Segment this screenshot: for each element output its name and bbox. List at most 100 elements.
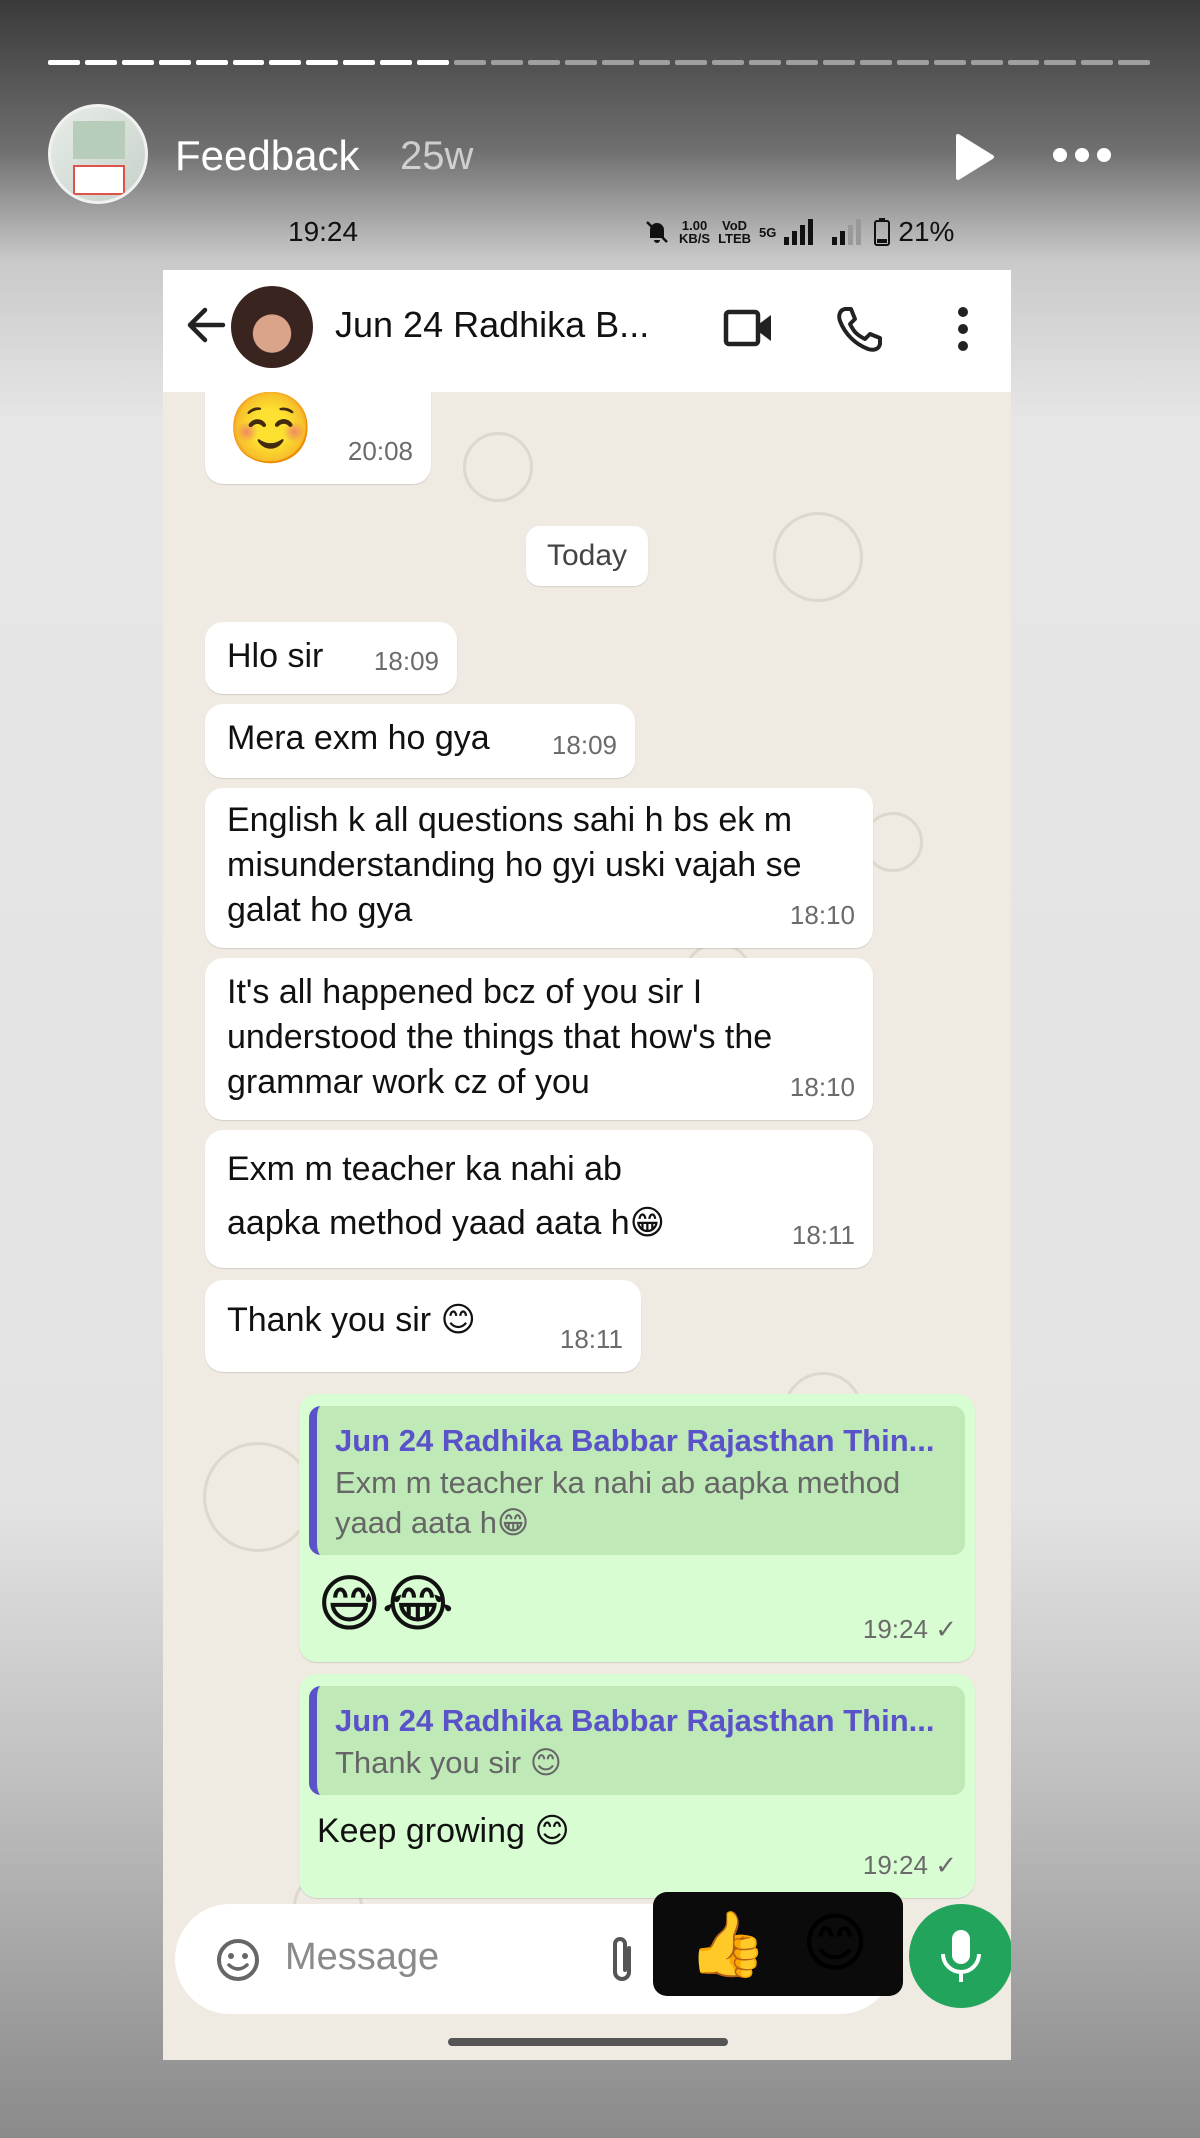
speed-indicator: 1.00 KB/S	[679, 218, 711, 246]
progress-segment	[490, 60, 523, 65]
battery-level: 21%	[898, 216, 955, 247]
progress-segment	[675, 60, 708, 65]
progress-segment	[48, 60, 80, 65]
progress-segment	[638, 60, 671, 65]
quote-text: Exm m teacher ka nahi ab aapka method ya…	[335, 1465, 901, 1540]
mute-bell-icon	[646, 221, 668, 243]
reply-bubble[interactable]: Jun 24 Radhika Babbar Rajasthan Thin... …	[299, 1674, 975, 1898]
message-time: 18:09	[373, 646, 439, 676]
message-text: ☺️	[227, 392, 315, 469]
attach-icon[interactable]	[607, 1934, 637, 1986]
message-time: 18:10	[789, 1072, 855, 1102]
chat-screenshot: 19:24 1.00 KB/S VoD LTEB 5G 21% Jun 24 R…	[163, 200, 1011, 2060]
progress-segment	[896, 60, 929, 65]
message-text: Mera exm ho gya	[227, 719, 490, 757]
story-viewer: Feedback 25w 19:24 1.00KB/S VoDLTEB 5G	[0, 0, 1200, 2138]
quote-author: Jun 24 Radhika Babbar Rajasthan Thin...	[335, 1423, 935, 1458]
message-input[interactable]: Message	[285, 1936, 439, 1979]
progress-segment	[1044, 60, 1077, 65]
progress-segment	[380, 60, 413, 65]
message-bubble[interactable]: It's all happened bcz of you sir I under…	[205, 958, 873, 1120]
progress-segment	[343, 60, 376, 65]
chat-header: Jun 24 Radhika B...	[163, 270, 1011, 392]
status-bar: 19:24 1.00 KB/S VoD LTEB 5G 21%	[163, 200, 1011, 270]
quick-reactions: 👍 😊	[653, 1892, 903, 1996]
message-text: Exm m teacher ka nahi ab aapka method ya…	[227, 1150, 666, 1242]
chat-area[interactable]: ☺️ 20:08 Today Hlo sir 18:09 Mera exm ho…	[163, 392, 1011, 2060]
status-time: 19:24	[288, 216, 359, 247]
progress-segment	[195, 60, 228, 65]
message-time: 18:09	[551, 730, 617, 760]
progress-segment	[527, 60, 560, 65]
story-title[interactable]: Feedback	[175, 132, 359, 180]
message-time: 19:24 ✓	[862, 1614, 957, 1644]
message-time: 20:08	[347, 436, 413, 466]
sent-tick-icon: ✓	[935, 1850, 957, 1880]
network-indicator: 5G	[759, 224, 777, 240]
contact-avatar[interactable]	[231, 286, 313, 368]
progress-segment	[84, 60, 117, 65]
message-text: Hlo sir	[227, 637, 324, 675]
message-bubble[interactable]: Mera exm ho gya 18:09	[205, 704, 635, 778]
smile-reaction[interactable]: 😊	[802, 1907, 869, 1981]
kebab-menu-icon[interactable]	[955, 304, 971, 354]
progress-segment	[417, 60, 449, 65]
message-text: Thank you sir 😊	[227, 1301, 476, 1339]
story-header: Feedback 25w	[48, 104, 1152, 204]
message-text: Keep growing 😊	[317, 1812, 570, 1850]
contact-name[interactable]: Jun 24 Radhika B...	[335, 304, 649, 346]
progress-segment	[601, 60, 634, 65]
story-avatar[interactable]	[48, 104, 148, 204]
date-chip: Today	[526, 526, 648, 586]
message-bubble[interactable]: Exm m teacher ka nahi ab aapka method ya…	[205, 1130, 873, 1268]
message-time: 19:24 ✓	[862, 1850, 957, 1880]
signal-2-icon	[832, 219, 862, 245]
message-time: 18:11	[791, 1220, 855, 1250]
more-options-icon[interactable]	[1050, 130, 1114, 180]
progress-segment	[453, 60, 486, 65]
progress-segment	[823, 60, 855, 65]
story-progress-bar	[48, 60, 1151, 65]
progress-segment	[1081, 60, 1114, 65]
progress-segment	[970, 60, 1003, 65]
thumbs-up-reaction[interactable]: 👍	[688, 1907, 768, 1982]
microphone-icon	[941, 1930, 981, 1982]
back-arrow-icon[interactable]	[183, 302, 229, 348]
quoted-message[interactable]: Jun 24 Radhika Babbar Rajasthan Thin... …	[309, 1406, 965, 1555]
mic-button[interactable]	[909, 1904, 1011, 2008]
progress-segment	[1118, 60, 1151, 65]
message-time: 18:10	[789, 900, 855, 930]
message-bubble[interactable]: Hlo sir 18:09	[205, 622, 457, 694]
progress-segment	[749, 60, 782, 65]
battery-icon	[874, 218, 891, 246]
progress-segment	[232, 60, 265, 65]
volte-indicator: VoD LTEB	[718, 218, 752, 246]
message-text: English k all questions sahi h bs ek m m…	[227, 801, 802, 929]
progress-segment	[1007, 60, 1040, 65]
sent-tick-icon: ✓	[935, 1614, 957, 1644]
status-icons: 1.00 KB/S VoD LTEB 5G 21%	[643, 216, 954, 248]
progress-segment	[712, 60, 745, 65]
quote-author: Jun 24 Radhika Babbar Rajasthan Thin...	[335, 1703, 935, 1738]
emoji-picker-icon[interactable]	[215, 1937, 261, 1983]
quote-text: Thank you sir 😊	[335, 1745, 563, 1780]
progress-segment	[121, 60, 154, 65]
phone-call-icon[interactable]	[835, 304, 885, 354]
message-bubble[interactable]: ☺️ 20:08	[205, 392, 431, 484]
progress-segment	[564, 60, 597, 65]
message-text: It's all happened bcz of you sir I under…	[227, 973, 773, 1101]
progress-segment	[158, 60, 191, 65]
progress-segment	[786, 60, 819, 65]
message-bubble[interactable]: Thank you sir 😊 18:11	[205, 1280, 641, 1372]
home-indicator	[448, 2038, 728, 2046]
message-text: 😅😂	[317, 1567, 455, 1640]
play-icon[interactable]	[948, 132, 998, 182]
progress-segment	[306, 60, 339, 65]
signal-icon	[784, 219, 814, 245]
progress-segment	[933, 60, 966, 65]
video-call-icon[interactable]	[723, 306, 775, 350]
message-bubble[interactable]: English k all questions sahi h bs ek m m…	[205, 788, 873, 948]
reply-bubble[interactable]: Jun 24 Radhika Babbar Rajasthan Thin... …	[299, 1394, 975, 1662]
quoted-message[interactable]: Jun 24 Radhika Babbar Rajasthan Thin... …	[309, 1686, 965, 1795]
story-age: 25w	[400, 134, 474, 178]
